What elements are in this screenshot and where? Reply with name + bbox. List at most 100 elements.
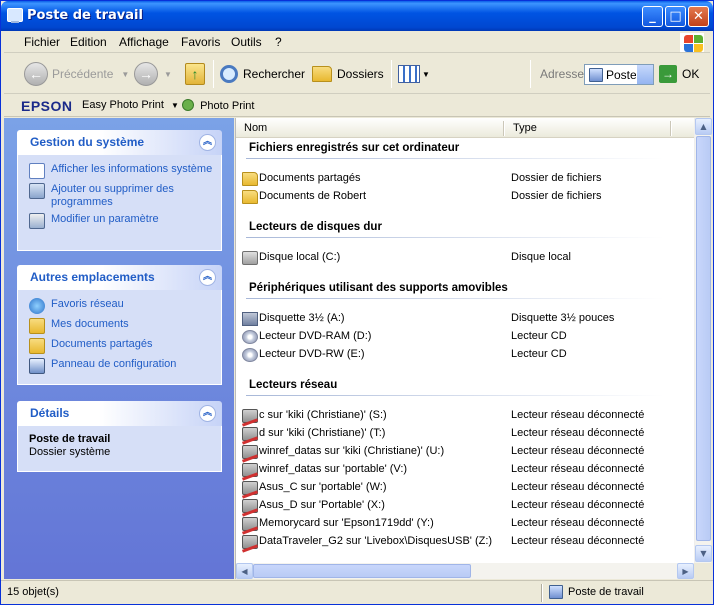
- details-name: Poste de travail: [29, 433, 111, 445]
- vertical-scroll-thumb[interactable]: [696, 136, 711, 541]
- chevron-down-icon: ▼: [121, 69, 130, 79]
- list-item[interactable]: Disquette 3½ (A:) Disquette 3½ pouces: [240, 310, 680, 328]
- easy-photo-print-menu[interactable]: Easy Photo Print ▼: [82, 99, 179, 111]
- list-item[interactable]: Asus_D sur 'Portable' (X:) Lecteur résea…: [240, 497, 680, 515]
- chevron-down-icon: ▼: [171, 101, 179, 110]
- collapse-icon[interactable]: ︽: [199, 134, 216, 151]
- floppy-icon: [242, 312, 258, 326]
- network-drive-disconnected-icon: [242, 535, 258, 549]
- horizontal-scroll-thumb[interactable]: [253, 564, 471, 578]
- task-system-info[interactable]: Afficher les informations système: [29, 163, 215, 179]
- toolbar: ← Précédente ▼ → ▼ ↑ Rechercher Dossiers…: [4, 54, 710, 94]
- group-title-network: Lecteurs réseau: [249, 379, 338, 391]
- epson-logo: EPSON: [21, 98, 73, 114]
- folders-label: Dossiers: [337, 67, 384, 81]
- network-drive-disconnected-icon: [242, 517, 258, 531]
- list-item[interactable]: Documents partagés Dossier de fichiers: [240, 170, 680, 188]
- address-field[interactable]: Poste: [584, 64, 654, 85]
- forward-arrow-icon: →: [134, 62, 158, 86]
- title-bar[interactable]: Poste de travail _ □ ✕: [1, 1, 713, 31]
- menu-bar: Fichier Edition Affichage Favoris Outils…: [4, 31, 710, 53]
- address-label: Adresse: [540, 67, 585, 81]
- collapse-icon[interactable]: ︽: [199, 405, 216, 422]
- list-item[interactable]: DataTraveler_G2 sur 'Livebox\DisquesUSB'…: [240, 533, 680, 551]
- list-item[interactable]: Memorycard sur 'Epson1719dd' (Y:) Lecteu…: [240, 515, 680, 533]
- folder-icon: [312, 66, 332, 82]
- status-count: 15 objet(s): [7, 586, 59, 598]
- task-my-documents[interactable]: Mes documents: [29, 318, 215, 334]
- back-button[interactable]: ← Précédente ▼: [24, 60, 129, 88]
- vertical-scrollbar[interactable]: ▲ ▼: [694, 118, 712, 563]
- search-label: Rechercher: [243, 67, 306, 81]
- task-add-remove-programs[interactable]: Ajouter ou supprimer des programmes: [29, 183, 215, 209]
- menu-affichage[interactable]: Affichage: [119, 35, 169, 49]
- places-panel: Autres emplacements ︽ Favoris réseau Mes…: [17, 265, 222, 385]
- places-panel-header[interactable]: Autres emplacements ︽: [17, 265, 222, 290]
- menu-fichier[interactable]: Fichier: [24, 35, 60, 49]
- search-button[interactable]: Rechercher: [220, 60, 305, 88]
- folders-button[interactable]: Dossiers: [312, 60, 384, 88]
- collapse-icon[interactable]: ︽: [199, 269, 216, 286]
- task-modify-setting[interactable]: Modifier un paramètre: [29, 213, 215, 229]
- group-title-removable: Périphériques utilisant des supports amo…: [249, 282, 508, 294]
- search-icon: [220, 65, 238, 83]
- system-panel: Gestion du système ︽ Afficher les inform…: [17, 130, 222, 251]
- up-button[interactable]: ↑: [185, 60, 205, 88]
- network-drive-disconnected-icon: [242, 409, 258, 423]
- list-item[interactable]: winref_datas sur 'kiki (Christiane)' (U:…: [240, 443, 680, 461]
- network-drive-disconnected-icon: [242, 463, 258, 477]
- scroll-down-button[interactable]: ▼: [695, 545, 712, 562]
- forward-button[interactable]: → ▼: [134, 60, 172, 88]
- menu-favoris[interactable]: Favoris: [181, 35, 220, 49]
- column-type[interactable]: Type: [513, 122, 537, 134]
- scroll-right-button[interactable]: ▶: [677, 563, 694, 579]
- menu-outils[interactable]: Outils: [231, 35, 262, 49]
- list-item[interactable]: Documents de Robert Dossier de fichiers: [240, 188, 680, 206]
- list-item[interactable]: Lecteur DVD-RW (E:) Lecteur CD: [240, 346, 680, 364]
- list-item[interactable]: d sur 'kiki (Christiane)' (T:) Lecteur r…: [240, 425, 680, 443]
- go-arrow-icon: →: [659, 65, 677, 83]
- task-shared-documents[interactable]: Documents partagés: [29, 338, 215, 354]
- computer-icon: [549, 585, 563, 599]
- menu-edition[interactable]: Edition: [70, 35, 107, 49]
- group-title-files: Fichiers enregistrés sur cet ordinateur: [249, 142, 460, 154]
- address-dropdown[interactable]: [636, 65, 653, 84]
- group-title-hdd: Lecteurs de disques dur: [249, 221, 382, 233]
- go-button[interactable]: → OK: [659, 60, 699, 88]
- system-info-icon: [29, 163, 45, 179]
- menu-help[interactable]: ?: [275, 35, 282, 49]
- network-icon: [29, 298, 45, 314]
- programs-icon: [29, 183, 45, 199]
- printer-icon: [182, 99, 194, 111]
- list-item[interactable]: Asus_C sur 'portable' (W:) Lecteur résea…: [240, 479, 680, 497]
- task-network-places[interactable]: Favoris réseau: [29, 298, 215, 314]
- chevron-down-icon: ▼: [422, 69, 430, 79]
- photo-print-button[interactable]: Photo Print: [182, 99, 254, 112]
- views-icon: [398, 65, 420, 83]
- views-button[interactable]: ▼: [398, 60, 430, 88]
- settings-icon: [29, 213, 45, 229]
- list-item[interactable]: Lecteur DVD-RAM (D:) Lecteur CD: [240, 328, 680, 346]
- network-drive-disconnected-icon: [242, 499, 258, 513]
- folder-icon: [242, 190, 258, 204]
- close-button[interactable]: ✕: [688, 6, 709, 27]
- minimize-button[interactable]: _: [642, 6, 663, 27]
- list-item[interactable]: c sur 'kiki (Christiane)' (S:) Lecteur r…: [240, 407, 680, 425]
- column-name[interactable]: Nom: [244, 122, 267, 134]
- list-item[interactable]: Disque local (C:) Disque local: [240, 249, 680, 267]
- my-documents-icon: [29, 318, 45, 334]
- scroll-left-button[interactable]: ◀: [236, 563, 253, 579]
- computer-icon: [7, 8, 23, 23]
- epson-toolbar: EPSON Easy Photo Print ▼ Photo Print: [4, 95, 710, 117]
- details-panel-header[interactable]: Détails ︽: [17, 401, 222, 426]
- status-bar: 15 objet(s) Poste de travail: [1, 580, 713, 604]
- back-arrow-icon: ←: [24, 62, 48, 86]
- horizontal-scrollbar[interactable]: ◀ ▶: [236, 563, 694, 579]
- task-control-panel[interactable]: Panneau de configuration: [29, 358, 215, 374]
- list-item[interactable]: winref_datas sur 'portable' (V:) Lecteur…: [240, 461, 680, 479]
- details-panel: Détails ︽ Poste de travail Dossier systè…: [17, 401, 222, 472]
- scroll-up-button[interactable]: ▲: [695, 118, 712, 135]
- maximize-button[interactable]: □: [665, 6, 686, 27]
- details-type: Dossier système: [29, 446, 111, 458]
- system-panel-header[interactable]: Gestion du système ︽: [17, 130, 222, 155]
